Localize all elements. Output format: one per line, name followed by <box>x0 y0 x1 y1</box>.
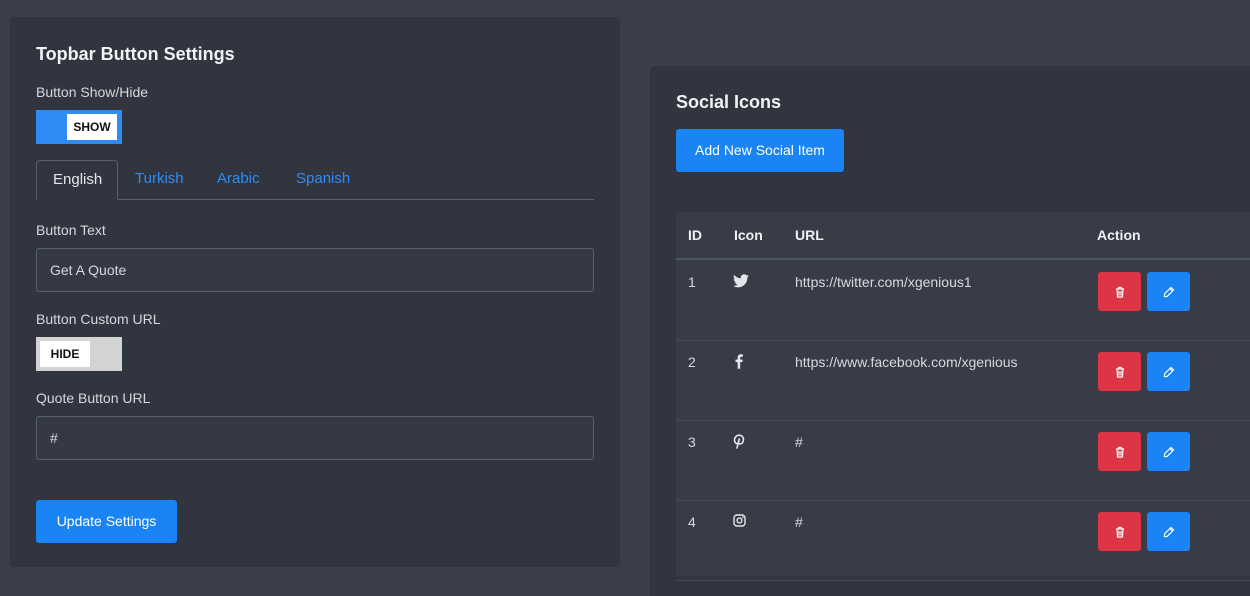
toggle-knob-label: HIDE <box>40 341 90 367</box>
pencil-icon <box>1163 366 1174 377</box>
update-settings-button[interactable]: Update Settings <box>36 500 177 543</box>
topbar-settings-title: Topbar Button Settings <box>36 44 235 64</box>
quote-button-url-input[interactable]: # <box>36 416 594 460</box>
pencil-icon <box>1163 286 1174 297</box>
table-row: 3 # <box>676 420 1250 501</box>
language-tabs: English Turkish Arabic Spanish <box>36 160 594 200</box>
row-url: # <box>795 434 803 450</box>
column-header-action: Action <box>1097 227 1141 243</box>
button-show-hide-label: Button Show/Hide <box>36 84 149 100</box>
trash-icon <box>1115 526 1124 538</box>
tab-english[interactable]: English <box>36 160 118 200</box>
twitter-icon <box>733 274 749 290</box>
edit-button[interactable] <box>1147 272 1190 311</box>
button-show-hide-toggle[interactable]: SHOW <box>36 110 122 144</box>
row-url: https://www.facebook.com/xgenious <box>795 354 1018 370</box>
edit-button[interactable] <box>1147 432 1190 471</box>
delete-button[interactable] <box>1098 352 1141 391</box>
table-row: 2 https://www.facebook.com/xgenious <box>676 340 1250 421</box>
button-text-label: Button Text <box>36 222 106 238</box>
delete-button[interactable] <box>1098 512 1141 551</box>
social-icons-table: ID Icon URL Action 1 https://twitter.com… <box>676 212 1250 581</box>
table-row: 4 # <box>676 500 1250 581</box>
trash-icon <box>1115 366 1124 378</box>
column-header-icon: Icon <box>734 227 763 243</box>
quote-button-url-label: Quote Button URL <box>36 390 151 406</box>
pencil-icon <box>1163 446 1174 457</box>
social-icons-card: Social Icons Add New Social Item ID Icon… <box>650 66 1250 596</box>
pencil-icon <box>1163 526 1174 537</box>
tab-turkish[interactable]: Turkish <box>119 160 200 199</box>
button-custom-url-label: Button Custom URL <box>36 311 161 327</box>
add-new-social-item-button[interactable]: Add New Social Item <box>676 129 844 172</box>
trash-icon <box>1115 286 1124 298</box>
table-row: 1 https://twitter.com/xgenious1 <box>676 260 1250 341</box>
tab-spanish[interactable]: Spanish <box>280 160 366 199</box>
tab-arabic[interactable]: Arabic <box>201 160 276 199</box>
facebook-icon <box>735 354 751 370</box>
row-url: https://twitter.com/xgenious1 <box>795 274 972 290</box>
row-id: 3 <box>688 434 696 450</box>
button-text-input[interactable]: Get A Quote <box>36 248 594 292</box>
row-url: # <box>795 514 803 530</box>
column-header-url: URL <box>795 227 824 243</box>
edit-button[interactable] <box>1147 352 1190 391</box>
row-id: 1 <box>688 274 696 290</box>
delete-button[interactable] <box>1098 432 1141 471</box>
edit-button[interactable] <box>1147 512 1190 551</box>
trash-icon <box>1115 446 1124 458</box>
topbar-settings-card: Topbar Button Settings Button Show/Hide … <box>10 17 620 567</box>
row-id: 4 <box>688 514 696 530</box>
column-header-id: ID <box>688 227 702 243</box>
button-custom-url-toggle[interactable]: HIDE <box>36 337 122 371</box>
toggle-knob-label: SHOW <box>67 114 117 140</box>
pinterest-icon <box>733 434 749 450</box>
delete-button[interactable] <box>1098 272 1141 311</box>
instagram-icon <box>733 514 749 530</box>
social-icons-title: Social Icons <box>676 92 782 112</box>
row-id: 2 <box>688 354 696 370</box>
